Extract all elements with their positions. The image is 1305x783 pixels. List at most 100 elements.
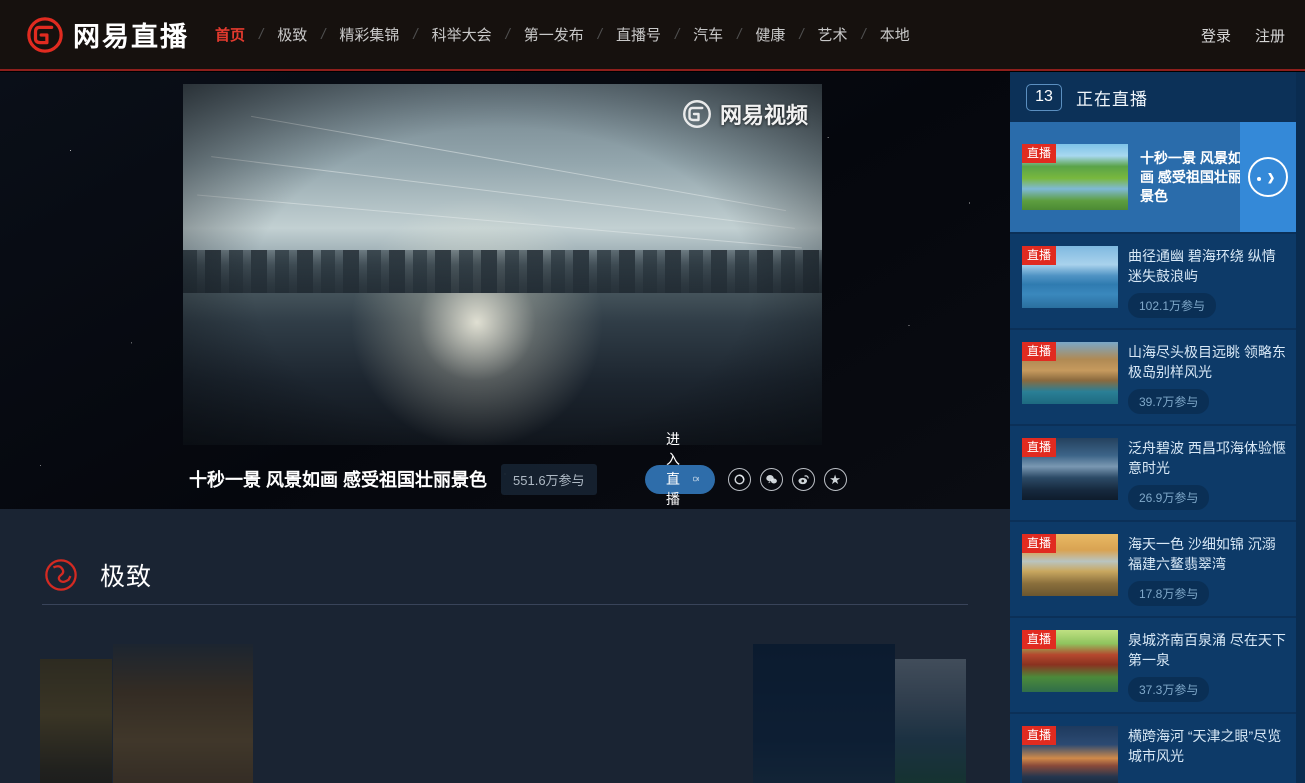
nav-item-art[interactable]: 艺术 <box>818 18 848 51</box>
star-glyph: ★ <box>829 473 841 486</box>
nav-item-keju[interactable]: 科举大会 <box>432 18 492 51</box>
section-title: 极致 <box>100 557 152 593</box>
main-navigation: 首页 / 极致 / 精彩集锦 / 科举大会 / 第一发布 / 直播号 / 汽车 … <box>215 18 910 51</box>
live-thumbnail: 直播 <box>1022 534 1118 596</box>
nav-item-live-account[interactable]: 直播号 <box>616 18 661 51</box>
auth-links: 登录 注册 <box>1201 0 1285 71</box>
live-badge: 直播 <box>1022 342 1056 361</box>
live-item-title: 泉城济南百泉涌 尽在天下第一泉 <box>1128 630 1286 670</box>
slide-dim-overlay <box>113 644 253 783</box>
live-header-label: 正在直播 <box>1076 85 1148 110</box>
sidebar-right-rail <box>1296 72 1305 783</box>
carousel-slide-beach[interactable] <box>40 659 112 783</box>
section-header: 极致 <box>44 557 152 593</box>
live-item-title: 十秒一景 风景如画 感受祖国壮丽景色 <box>1140 149 1244 206</box>
nav-separator: / <box>862 26 866 43</box>
arrow-dot <box>1257 177 1261 181</box>
nav-item-home[interactable]: 首页 <box>215 18 245 51</box>
enter-liveroom-button[interactable]: 进入直播间 <box>645 465 715 494</box>
nav-item-local[interactable]: 本地 <box>880 18 910 51</box>
login-link[interactable]: 登录 <box>1201 25 1231 46</box>
nav-item-jizhi[interactable]: 极致 <box>277 18 307 51</box>
share-icons: ★ <box>728 468 847 491</box>
live-list-item-active[interactable]: 直播 十秒一景 风景如画 感受祖国壮丽景色 › <box>1010 122 1305 232</box>
views-count: 102.1万参与 <box>1128 293 1216 318</box>
nav-separator: / <box>737 26 741 43</box>
live-badge: 直播 <box>1022 246 1056 265</box>
hero-info-bar: 十秒一景 风景如画 感受祖国壮丽景色 551.6万参与 进入直播间 ★ <box>183 455 822 503</box>
carousel-slide-coast-village[interactable] <box>895 659 966 783</box>
live-thumbnail: 直播 <box>1022 144 1128 210</box>
live-list-header: 13 正在直播 <box>1010 72 1305 122</box>
live-list-item[interactable]: 直播 泛舟碧波 西昌邛海体验惬意时光 26.9万参与 <box>1010 424 1305 520</box>
live-thumbnail: 直播 <box>1022 726 1118 783</box>
live-list-sidebar: 13 正在直播 直播 十秒一景 风景如画 感受祖国壮丽景色 › 直播 曲径通幽 … <box>1010 72 1305 783</box>
nav-separator: / <box>799 26 803 43</box>
nav-separator: / <box>413 26 417 43</box>
views-badge: 551.6万参与 <box>501 464 597 495</box>
register-link[interactable]: 注册 <box>1255 25 1285 46</box>
live-thumbnail: 直播 <box>1022 438 1118 500</box>
live-count-badge: 13 <box>1026 84 1062 111</box>
camera-icon <box>693 473 699 485</box>
slide-dim-overlay <box>753 644 895 783</box>
hero-section: 网易视频 十秒一景 风景如画 感受祖国壮丽景色 551.6万参与 进入直播间 ★ <box>0 72 1010 509</box>
live-list-item[interactable]: 直播 海天一色 沙细如锦 沉溺福建六鳌翡翠湾 17.8万参与 <box>1010 520 1305 616</box>
live-item-title: 山海尽头极目远眺 领略东极岛别样风光 <box>1128 342 1286 382</box>
nav-item-highlights[interactable]: 精彩集锦 <box>339 18 399 51</box>
live-badge: 直播 <box>1022 726 1056 745</box>
jizhi-section: 极致 <box>0 509 1010 783</box>
carousel-slide-active-sky[interactable] <box>255 632 750 783</box>
nav-item-auto[interactable]: 汽车 <box>693 18 723 51</box>
views-count: 37.3万参与 <box>1128 677 1209 702</box>
live-badge: 直播 <box>1022 630 1056 649</box>
video-vignette <box>183 84 822 445</box>
nav-separator: / <box>675 26 679 43</box>
live-item-title: 横跨海河 “天津之眼”尽览城市风光 <box>1128 726 1286 766</box>
nav-separator: / <box>598 26 602 43</box>
live-badge: 直播 <box>1022 534 1056 553</box>
qzone-star-icon[interactable]: ★ <box>824 468 847 491</box>
live-title: 十秒一景 风景如画 感受祖国壮丽景色 <box>189 466 487 492</box>
slide-dim-overlay <box>40 659 112 783</box>
yixin-icon[interactable] <box>728 468 751 491</box>
live-list-item[interactable]: 直播 曲径通幽 碧海环绕 纵情迷失鼓浪屿 102.1万参与 <box>1010 232 1305 328</box>
live-thumbnail: 直播 <box>1022 246 1118 308</box>
live-item-title: 海天一色 沙细如锦 沉溺福建六鳌翡翠湾 <box>1128 534 1286 574</box>
video-watermark: 网易视频 <box>682 98 808 130</box>
nav-separator: / <box>259 26 263 43</box>
globe-icon <box>44 558 78 592</box>
netease-live-logo-icon <box>26 16 64 54</box>
top-navigation-bar: 网易直播 首页 / 极致 / 精彩集锦 / 科举大会 / 第一发布 / 直播号 … <box>0 0 1305 71</box>
chevron-right-icon: › <box>1267 164 1274 190</box>
nav-separator: / <box>321 26 325 43</box>
enter-arrow-strip[interactable]: › <box>1240 122 1296 232</box>
netease-video-logo-icon <box>682 99 712 129</box>
nav-item-health[interactable]: 健康 <box>755 18 785 51</box>
weibo-icon[interactable] <box>792 468 815 491</box>
nav-item-first-release[interactable]: 第一发布 <box>524 18 584 51</box>
live-thumbnail: 直播 <box>1022 630 1118 692</box>
watermark-text: 网易视频 <box>720 98 808 130</box>
live-badge: 直播 <box>1022 144 1056 163</box>
live-thumbnail: 直播 <box>1022 342 1118 404</box>
views-count: 39.7万参与 <box>1128 389 1209 414</box>
carousel-slide-hill-town[interactable] <box>113 644 253 783</box>
brand-name: 网易直播 <box>73 15 189 54</box>
live-badge: 直播 <box>1022 438 1056 457</box>
live-video-player[interactable]: 网易视频 <box>183 84 822 445</box>
arrow-right-icon: › <box>1248 157 1288 197</box>
views-count: 26.9万参与 <box>1128 485 1209 510</box>
nav-separator: / <box>506 26 510 43</box>
views-count: 17.8万参与 <box>1128 581 1209 606</box>
site-logo[interactable]: 网易直播 <box>26 15 189 54</box>
live-list-item[interactable]: 直播 横跨海河 “天津之眼”尽览城市风光 <box>1010 712 1305 783</box>
live-item-title: 泛舟碧波 西昌邛海体验惬意时光 <box>1128 438 1286 478</box>
live-item-title: 曲径通幽 碧海环绕 纵情迷失鼓浪屿 <box>1128 246 1286 286</box>
live-list-item[interactable]: 直播 泉城济南百泉涌 尽在天下第一泉 37.3万参与 <box>1010 616 1305 712</box>
carousel-slide-mountains[interactable] <box>753 644 895 783</box>
section-divider <box>42 604 968 605</box>
slide-dim-overlay <box>895 659 966 783</box>
wechat-icon[interactable] <box>760 468 783 491</box>
live-list-item[interactable]: 直播 山海尽头极目远眺 领略东极岛别样风光 39.7万参与 <box>1010 328 1305 424</box>
